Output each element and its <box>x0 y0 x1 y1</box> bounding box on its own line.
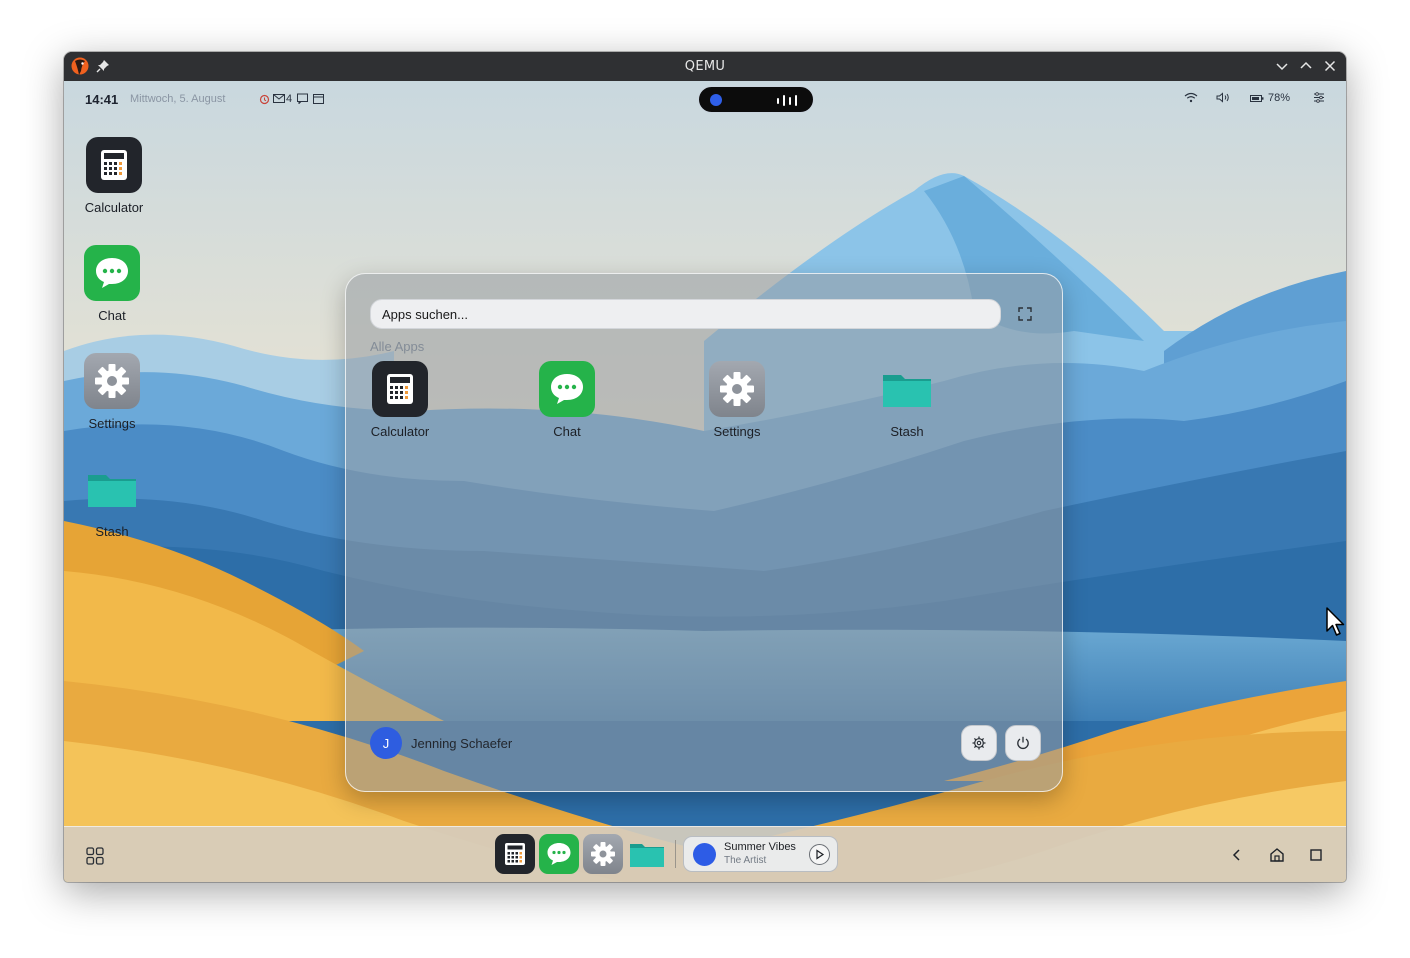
song-artist: The Artist <box>724 855 767 866</box>
notification-count: 4 <box>286 92 293 105</box>
alarm-icon <box>259 94 270 104</box>
calculator-icon <box>372 361 428 417</box>
dock-stash[interactable] <box>627 834 667 874</box>
minimize-icon[interactable] <box>1274 58 1290 74</box>
chat-icon <box>539 361 595 417</box>
desktop-icon-label: Stash <box>95 524 129 539</box>
chat-icon <box>547 843 571 865</box>
mail-icon <box>273 94 285 103</box>
message-icon <box>297 93 309 104</box>
dock-calculator[interactable] <box>495 834 535 874</box>
desktop-icon-stash[interactable]: Stash <box>64 461 162 539</box>
quick-settings-icon[interactable] <box>1313 92 1325 103</box>
search-input[interactable]: Apps suchen... <box>370 299 1001 329</box>
desktop-icon-settings[interactable]: Settings <box>64 353 162 431</box>
status-bar: 14:41 Mittwoch, 5. August 4 78% <box>64 81 1346 117</box>
folder-icon <box>84 461 140 517</box>
calendar-icon <box>313 94 325 104</box>
fullscreen-icon[interactable] <box>1017 306 1033 322</box>
close-icon[interactable] <box>1322 58 1338 74</box>
notification-icons[interactable]: 4 <box>259 92 325 105</box>
song-title: Summer Vibes <box>724 841 796 853</box>
back-icon[interactable] <box>1228 846 1246 864</box>
battery-indicator[interactable]: 78% <box>1250 92 1290 104</box>
dock-separator <box>675 840 676 868</box>
desktop-icon-label: Settings <box>88 416 136 431</box>
user-name: Jenning Schaefer <box>411 735 513 751</box>
battery-percent: 78% <box>1268 92 1291 104</box>
play-icon <box>816 849 825 860</box>
folder-icon <box>879 361 935 417</box>
app-launcher: Apps suchen... Alle Apps Calculator Chat… <box>345 273 1063 792</box>
gear-icon <box>972 736 986 750</box>
dynamic-island[interactable] <box>698 86 814 113</box>
app-label: Stash <box>890 424 924 439</box>
chat-icon <box>84 245 140 301</box>
desktop-icon-label: Chat <box>98 308 126 323</box>
taskbar: Summer Vibes The Artist <box>64 826 1346 882</box>
window-title: QEMU <box>684 59 726 74</box>
audio-waveform-icon <box>777 95 797 106</box>
user-profile[interactable]: J Jenning Schaefer <box>370 727 512 759</box>
launcher-app-stash[interactable]: Stash <box>847 361 967 439</box>
gear-icon <box>591 842 615 866</box>
date-label: Mittwoch, 5. August <box>130 93 226 105</box>
app-label: Settings <box>713 424 761 439</box>
app-label: Chat <box>553 424 581 439</box>
app-grid-icon[interactable] <box>86 847 104 865</box>
power-icon <box>1017 736 1029 750</box>
media-indicator <box>710 94 722 106</box>
avatar: J <box>370 727 402 759</box>
folder-icon <box>630 844 664 867</box>
qemu-window: QEMU 14:41 Mittwoch, 5. August 4 78% Cal… <box>64 52 1346 882</box>
calculator-icon <box>86 137 142 193</box>
gear-icon <box>84 353 140 409</box>
launcher-app-calculator[interactable]: Calculator <box>340 361 460 439</box>
dock-settings[interactable] <box>583 834 623 874</box>
gear-icon <box>709 361 765 417</box>
calculator-icon <box>505 843 525 865</box>
play-button[interactable] <box>809 844 830 865</box>
dock-chat[interactable] <box>539 834 579 874</box>
app-label: Calculator <box>370 424 430 439</box>
launcher-app-chat[interactable]: Chat <box>507 361 627 439</box>
battery-icon <box>1250 94 1264 102</box>
wifi-icon[interactable] <box>1184 92 1198 103</box>
volume-icon[interactable] <box>1216 92 1230 103</box>
recents-icon[interactable] <box>1307 846 1325 864</box>
settings-button[interactable] <box>961 725 997 761</box>
media-player-widget[interactable]: Summer Vibes The Artist <box>683 836 838 872</box>
desktop-icon-label: Calculator <box>84 200 144 215</box>
maximize-icon[interactable] <box>1298 58 1314 74</box>
album-art <box>693 843 716 866</box>
guest-screen: 14:41 Mittwoch, 5. August 4 78% Calculat… <box>64 81 1346 882</box>
launcher-app-settings[interactable]: Settings <box>677 361 797 439</box>
desktop-icon-chat[interactable]: Chat <box>64 245 162 323</box>
section-title: Alle Apps <box>370 339 425 354</box>
home-icon[interactable] <box>1268 846 1286 864</box>
mouse-pointer-icon <box>1326 607 1345 636</box>
clock[interactable]: 14:41 <box>85 92 118 107</box>
window-titlebar[interactable]: QEMU <box>64 52 1346 81</box>
desktop-icon-calculator[interactable]: Calculator <box>64 137 164 215</box>
power-button[interactable] <box>1005 725 1041 761</box>
